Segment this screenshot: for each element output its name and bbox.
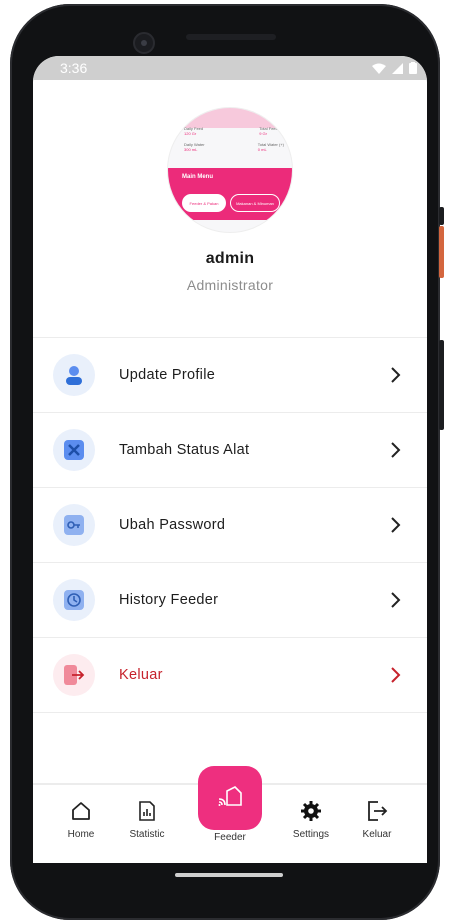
gear-icon — [301, 801, 321, 821]
nav-home[interactable]: Home — [49, 799, 113, 840]
front-camera — [133, 32, 155, 54]
settings-menu: Update Profile Tambah Status Alat Ubah P… — [33, 337, 427, 713]
menu-item-tambah-status-alat[interactable]: Tambah Status Alat — [33, 413, 427, 488]
menu-label: Keluar — [119, 667, 163, 683]
phone-frame: 3:36 Daily Feed 120 Gr Total Feed (+) 9 Gr … — [10, 4, 440, 920]
logout-icon — [53, 654, 95, 696]
profile-role: Administrator — [186, 277, 274, 293]
chevron-right-icon — [391, 442, 401, 458]
volume-button — [439, 340, 444, 430]
chevron-right-icon — [391, 667, 401, 683]
key-icon — [53, 504, 95, 546]
menu-label: History Feeder — [119, 592, 219, 608]
menu-item-ubah-password[interactable]: Ubah Password — [33, 488, 427, 563]
avatar-preview-btn1: Feeder & Pakan — [182, 194, 226, 212]
user-icon — [53, 354, 95, 396]
menu-label: Ubah Password — [119, 517, 226, 533]
home-indicator — [175, 873, 283, 877]
nav-statistic[interactable]: Statistic — [115, 799, 179, 840]
menu-label: Update Profile — [119, 367, 216, 383]
avatar-preview-menu: Main Menu Feeder & Pakan Makanan & Minum… — [168, 168, 292, 220]
menu-item-update-profile[interactable]: Update Profile — [33, 338, 427, 413]
chevron-right-icon — [391, 592, 401, 608]
cell-signal-icon — [392, 62, 403, 74]
avatar-preview-header — [168, 108, 292, 128]
avatar-preview-btn2: Makanan & Minuman — [230, 194, 280, 212]
logout-icon — [368, 801, 388, 821]
nav-keluar[interactable]: Keluar — [345, 799, 409, 840]
profile-avatar[interactable]: Daily Feed 120 Gr Total Feed (+) 9 Gr Daily… — [167, 107, 293, 233]
history-icon — [53, 579, 95, 621]
feeder-fab-button[interactable] — [198, 766, 262, 830]
status-icons — [372, 62, 417, 74]
profile-name: admin — [205, 250, 255, 267]
menu-label: Tambah Status Alat — [119, 442, 250, 458]
side-button-orange — [439, 226, 444, 278]
chevron-right-icon — [391, 367, 401, 383]
status-bar: 3:36 — [33, 56, 427, 80]
menu-item-keluar[interactable]: Keluar — [33, 638, 427, 713]
battery-icon — [409, 62, 417, 74]
earpiece-speaker — [186, 34, 276, 40]
feeder-icon — [218, 786, 242, 806]
chevron-right-icon — [391, 517, 401, 533]
tools-icon — [53, 429, 95, 471]
home-icon — [72, 802, 90, 820]
feeder-label: Feeder — [214, 832, 246, 843]
wifi-icon — [372, 63, 386, 74]
menu-item-history-feeder[interactable]: History Feeder — [33, 563, 427, 638]
power-button — [439, 207, 444, 225]
app-screen: 3:36 Daily Feed 120 Gr Total Feed (+) 9 Gr … — [33, 56, 427, 863]
nav-settings[interactable]: Settings — [279, 799, 343, 840]
avatar-preview-stats: Daily Feed 120 Gr Total Feed (+) 9 Gr Daily… — [184, 126, 284, 152]
status-time: 3:36 — [60, 60, 88, 76]
statistic-icon — [139, 801, 155, 821]
